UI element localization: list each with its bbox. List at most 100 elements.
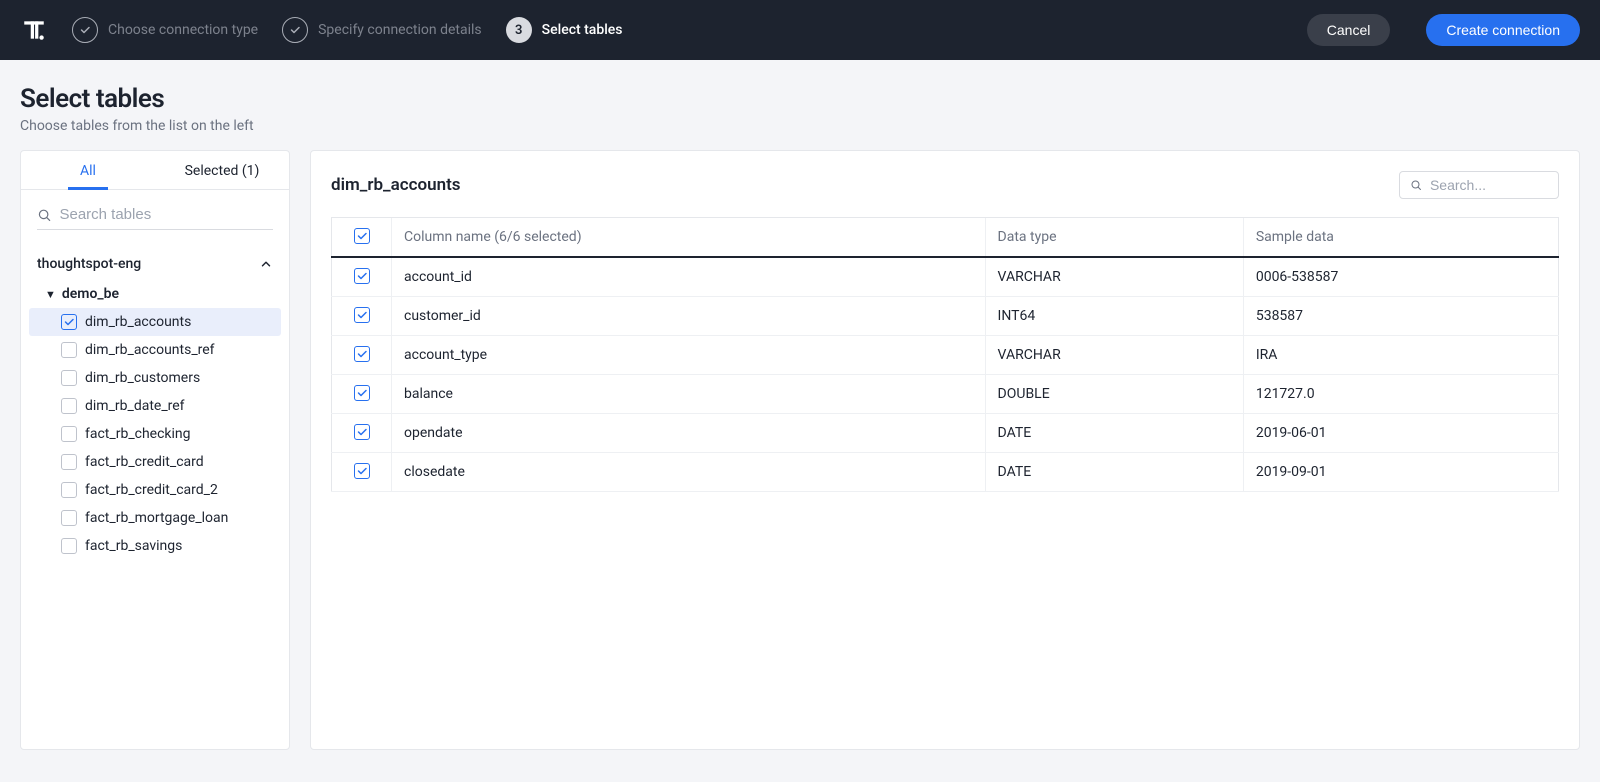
column-sample: 121727.0 bbox=[1243, 375, 1558, 414]
row-checkbox-cell[interactable] bbox=[332, 257, 392, 297]
table-checkbox[interactable] bbox=[61, 454, 77, 470]
step-2[interactable]: Specify connection details bbox=[282, 17, 482, 43]
column-sample: IRA bbox=[1243, 336, 1558, 375]
table-checkbox[interactable] bbox=[61, 342, 77, 358]
header-checkbox-cell[interactable] bbox=[332, 218, 392, 258]
table-row: account_idVARCHAR0006-538587 bbox=[332, 257, 1559, 297]
header-column-name: Column name (6/6 selected) bbox=[392, 218, 986, 258]
wizard-steps: Choose connection type Specify connectio… bbox=[72, 17, 623, 43]
column-checkbox[interactable] bbox=[354, 268, 370, 284]
column-name: account_id bbox=[392, 257, 986, 297]
header-sample-data: Sample data bbox=[1243, 218, 1558, 258]
column-type: VARCHAR bbox=[985, 257, 1243, 297]
row-checkbox-cell[interactable] bbox=[332, 336, 392, 375]
tree-table-item[interactable]: dim_rb_customers bbox=[29, 364, 281, 392]
step-label: Choose connection type bbox=[108, 22, 258, 38]
columns-search[interactable] bbox=[1399, 171, 1559, 199]
sidebar-search[interactable] bbox=[37, 200, 273, 230]
column-name: balance bbox=[392, 375, 986, 414]
header-data-type: Data type bbox=[985, 218, 1243, 258]
table-row: balanceDOUBLE121727.0 bbox=[332, 375, 1559, 414]
step-number: 3 bbox=[506, 17, 532, 43]
table-checkbox[interactable] bbox=[61, 314, 77, 330]
select-all-checkbox[interactable] bbox=[354, 228, 370, 244]
search-icon bbox=[37, 207, 51, 223]
column-name: closedate bbox=[392, 453, 986, 492]
table-name: fact_rb_credit_card bbox=[85, 454, 204, 470]
create-connection-button[interactable]: Create connection bbox=[1426, 14, 1580, 46]
columns-search-input[interactable] bbox=[1430, 177, 1548, 193]
column-name: opendate bbox=[392, 414, 986, 453]
table-checkbox[interactable] bbox=[61, 370, 77, 386]
page-header: Select tables Choose tables from the lis… bbox=[0, 60, 1600, 150]
table-name: fact_rb_credit_card_2 bbox=[85, 482, 218, 498]
column-checkbox[interactable] bbox=[354, 385, 370, 401]
tree-table-item[interactable]: fact_rb_savings bbox=[29, 532, 281, 560]
column-name: customer_id bbox=[392, 297, 986, 336]
database-name: thoughtspot-eng bbox=[37, 256, 141, 272]
column-checkbox[interactable] bbox=[354, 424, 370, 440]
row-checkbox-cell[interactable] bbox=[332, 414, 392, 453]
chevron-up-icon bbox=[259, 257, 273, 271]
tree-table-item[interactable]: fact_rb_checking bbox=[29, 420, 281, 448]
table-row: opendateDATE2019-06-01 bbox=[332, 414, 1559, 453]
table-name: dim_rb_customers bbox=[85, 370, 200, 386]
table-name: dim_rb_date_ref bbox=[85, 398, 185, 414]
cancel-button[interactable]: Cancel bbox=[1307, 14, 1391, 46]
column-checkbox[interactable] bbox=[354, 307, 370, 323]
column-type: DATE bbox=[985, 414, 1243, 453]
step-1[interactable]: Choose connection type bbox=[72, 17, 258, 43]
column-type: DOUBLE bbox=[985, 375, 1243, 414]
tree-table-item[interactable]: dim_rb_date_ref bbox=[29, 392, 281, 420]
table-tree: thoughtspot-eng ▼ demo_be dim_rb_account… bbox=[21, 240, 289, 568]
top-bar: Choose connection type Specify connectio… bbox=[0, 0, 1600, 60]
column-sample: 2019-09-01 bbox=[1243, 453, 1558, 492]
tree-table-item[interactable]: dim_rb_accounts bbox=[29, 308, 281, 336]
column-type: INT64 bbox=[985, 297, 1243, 336]
schema-name: demo_be bbox=[62, 286, 119, 302]
tab-all[interactable]: All bbox=[21, 151, 155, 189]
tree-table-item[interactable]: fact_rb_credit_card_2 bbox=[29, 476, 281, 504]
tab-selected[interactable]: Selected (1) bbox=[155, 151, 289, 189]
column-sample: 2019-06-01 bbox=[1243, 414, 1558, 453]
row-checkbox-cell[interactable] bbox=[332, 453, 392, 492]
step-label: Specify connection details bbox=[318, 22, 482, 38]
table-checkbox[interactable] bbox=[61, 538, 77, 554]
step-label: Select tables bbox=[542, 22, 623, 38]
columns-panel: dim_rb_accounts Column name (6/6 selecte… bbox=[310, 150, 1580, 750]
tree-table-item[interactable]: dim_rb_accounts_ref bbox=[29, 336, 281, 364]
table-name: fact_rb_checking bbox=[85, 426, 191, 442]
table-checkbox[interactable] bbox=[61, 510, 77, 526]
column-checkbox[interactable] bbox=[354, 346, 370, 362]
page-title: Select tables bbox=[20, 84, 1580, 114]
sidebar-tabs: All Selected (1) bbox=[21, 151, 289, 190]
table-name: dim_rb_accounts_ref bbox=[85, 342, 215, 358]
tables-sidebar: All Selected (1) thoughtspot-eng ▼ demo_… bbox=[20, 150, 290, 750]
table-row: customer_idINT64538587 bbox=[332, 297, 1559, 336]
sidebar-search-input[interactable] bbox=[59, 206, 273, 223]
check-icon bbox=[72, 17, 98, 43]
table-name: fact_rb_savings bbox=[85, 538, 182, 554]
step-3[interactable]: 3 Select tables bbox=[506, 17, 623, 43]
table-checkbox[interactable] bbox=[61, 398, 77, 414]
table-name: dim_rb_accounts bbox=[85, 314, 191, 330]
search-icon bbox=[1410, 178, 1422, 192]
tree-database[interactable]: thoughtspot-eng bbox=[29, 248, 281, 280]
app-logo bbox=[20, 16, 48, 44]
selected-table-name: dim_rb_accounts bbox=[331, 175, 461, 195]
column-checkbox[interactable] bbox=[354, 463, 370, 479]
column-name: account_type bbox=[392, 336, 986, 375]
column-sample: 538587 bbox=[1243, 297, 1558, 336]
column-type: DATE bbox=[985, 453, 1243, 492]
tree-table-item[interactable]: fact_rb_mortgage_loan bbox=[29, 504, 281, 532]
tree-table-item[interactable]: fact_rb_credit_card bbox=[29, 448, 281, 476]
columns-table: Column name (6/6 selected) Data type Sam… bbox=[331, 217, 1559, 492]
table-checkbox[interactable] bbox=[61, 482, 77, 498]
tree-schema[interactable]: ▼ demo_be bbox=[29, 280, 281, 308]
row-checkbox-cell[interactable] bbox=[332, 297, 392, 336]
table-row: account_typeVARCHARIRA bbox=[332, 336, 1559, 375]
column-type: VARCHAR bbox=[985, 336, 1243, 375]
page-subtitle: Choose tables from the list on the left bbox=[20, 118, 1580, 134]
table-checkbox[interactable] bbox=[61, 426, 77, 442]
row-checkbox-cell[interactable] bbox=[332, 375, 392, 414]
